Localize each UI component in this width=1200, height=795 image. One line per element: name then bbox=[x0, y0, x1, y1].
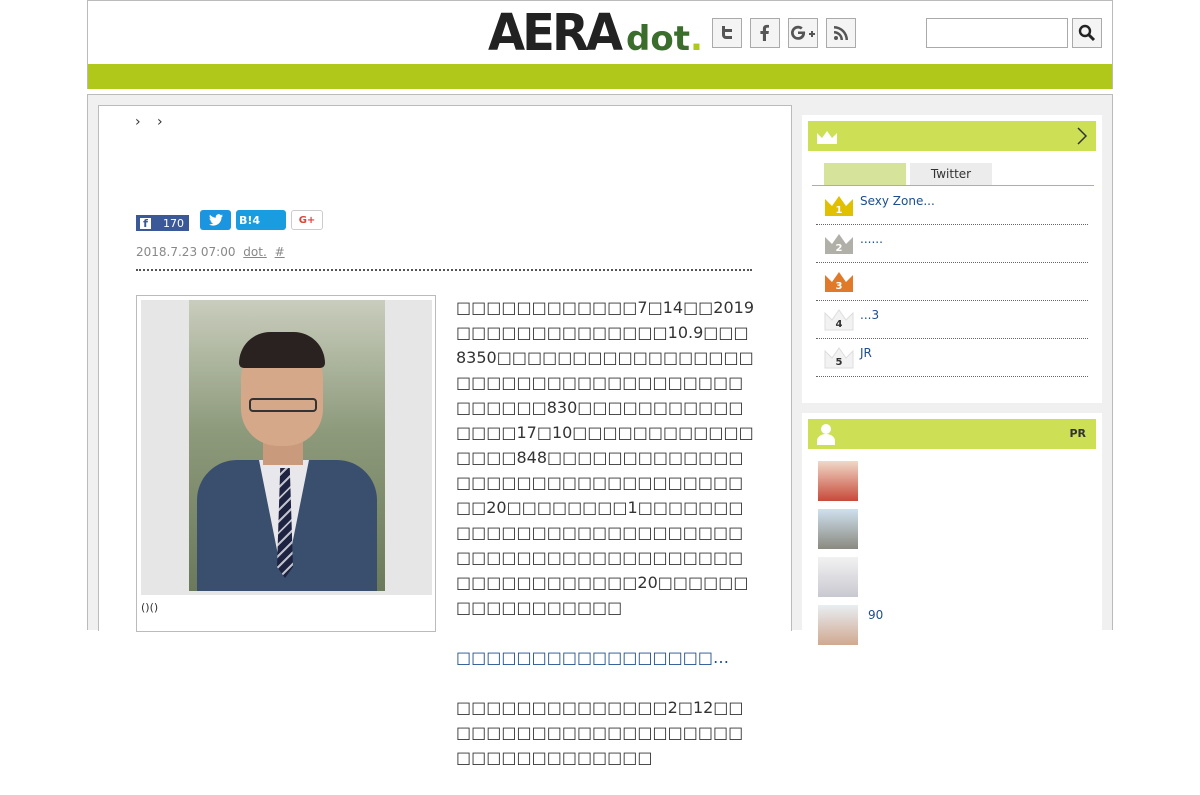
pr-thumbnail-1[interactable] bbox=[818, 461, 858, 501]
article-paragraph-1: □□□□□□□□□□□□7□14□□2019□□□□□□□□□□□□□□10.9… bbox=[456, 298, 755, 617]
hatena-label: B! bbox=[239, 213, 253, 227]
tabs-underline bbox=[812, 185, 1094, 186]
ranking-item-title[interactable]: Sexy Zone... bbox=[860, 194, 935, 208]
rss-icon[interactable] bbox=[826, 18, 856, 48]
hatena-count: 4 bbox=[252, 213, 261, 227]
site-header: AERA dot. bbox=[87, 0, 1113, 89]
crown-icon bbox=[817, 131, 837, 144]
photo-caption: ()() bbox=[141, 601, 159, 614]
ranking-item-1[interactable]: 1 Sexy Zone... bbox=[816, 187, 1088, 225]
google-plus-share-button[interactable]: G+ bbox=[291, 210, 323, 230]
rank-badge-icon: 4 bbox=[824, 309, 854, 331]
facebook-share-button[interactable]: f 170 bbox=[136, 215, 189, 231]
global-nav-bar bbox=[88, 64, 1112, 89]
article-photo-figure: ()() bbox=[136, 295, 436, 632]
rank-badge-icon: 3 bbox=[824, 271, 854, 293]
pr-panel: PR 90 bbox=[802, 413, 1102, 653]
related-article-link[interactable]: □□□□□□□□□□□□□□□□□… bbox=[456, 645, 756, 670]
article-meta: 2018.7.23 07:00 dot. # bbox=[136, 245, 285, 259]
breadcrumb[interactable]: › › bbox=[135, 114, 169, 130]
pr-header: PR bbox=[808, 419, 1096, 449]
tab-access-ranking[interactable] bbox=[824, 163, 906, 185]
ranking-item-title[interactable]: ...3 bbox=[860, 308, 879, 322]
ranking-panel: Twitter 1 Sexy Zone... 2 ...... 3 4 ...3… bbox=[802, 115, 1102, 403]
rank-badge-icon: 2 bbox=[824, 233, 854, 255]
search-button[interactable] bbox=[1072, 18, 1102, 48]
twitter-icon[interactable] bbox=[712, 18, 742, 48]
article-container: › › f 170 B! 4 G+ 2018.7.23 07:00 dot. # bbox=[98, 105, 792, 767]
logo-dot-text: dot. bbox=[626, 19, 703, 59]
pr-thumbnail-2[interactable] bbox=[818, 509, 858, 549]
article-body: □□□□□□□□□□□□7□14□□2019□□□□□□□□□□□□□□10.9… bbox=[456, 295, 756, 795]
article-photo[interactable] bbox=[189, 300, 385, 591]
logo-aera-text: AERA bbox=[488, 3, 623, 63]
hatena-bookmark-button[interactable]: B! 4 bbox=[236, 210, 286, 230]
pr-thumbnail-3[interactable] bbox=[818, 557, 858, 597]
photo-background bbox=[141, 300, 432, 595]
search-icon bbox=[1078, 24, 1096, 42]
pr-item-text-4[interactable]: 90 bbox=[868, 608, 883, 622]
facebook-share-count: 170 bbox=[163, 216, 184, 230]
ranking-item-5[interactable]: 5 JR bbox=[816, 339, 1088, 377]
facebook-icon[interactable] bbox=[750, 18, 780, 48]
article-paragraph-2: □□□□□□□□□□□□□□2□12□□□□□□□□□□□□□□□□□□□□□□… bbox=[456, 698, 744, 767]
search-input[interactable] bbox=[926, 18, 1068, 48]
twitter-bird-icon bbox=[208, 214, 223, 226]
aera-dot-logo[interactable]: AERA dot. bbox=[488, 3, 703, 63]
ranking-item-4[interactable]: 4 ...3 bbox=[816, 301, 1088, 339]
ranking-item-3[interactable]: 3 bbox=[816, 263, 1088, 301]
tab-twitter-ranking[interactable]: Twitter bbox=[910, 163, 992, 185]
meta-divider bbox=[136, 269, 752, 271]
author-link[interactable]: dot. bbox=[243, 245, 266, 259]
twitter-share-button[interactable] bbox=[200, 210, 231, 230]
pr-label: PR bbox=[1069, 427, 1086, 440]
page-body: › › f 170 B! 4 G+ 2018.7.23 07:00 dot. # bbox=[87, 94, 1113, 767]
article-date: 2018.7.23 07:00 bbox=[136, 245, 236, 259]
chevron-right-icon bbox=[1077, 127, 1088, 145]
facebook-icon: f bbox=[140, 217, 151, 230]
ranking-item-2[interactable]: 2 ...... bbox=[816, 225, 1088, 263]
pr-thumbnail-4[interactable] bbox=[818, 605, 858, 645]
ranking-header[interactable] bbox=[808, 121, 1096, 151]
ranking-item-title[interactable]: JR bbox=[860, 346, 872, 360]
rank-badge-icon: 5 bbox=[824, 347, 854, 369]
rank-badge-icon: 1 bbox=[824, 195, 854, 217]
google-plus-icon[interactable] bbox=[788, 18, 818, 48]
person-icon bbox=[817, 424, 835, 445]
ranking-item-title[interactable]: ...... bbox=[860, 232, 883, 246]
hashtag-link[interactable]: # bbox=[275, 245, 285, 259]
